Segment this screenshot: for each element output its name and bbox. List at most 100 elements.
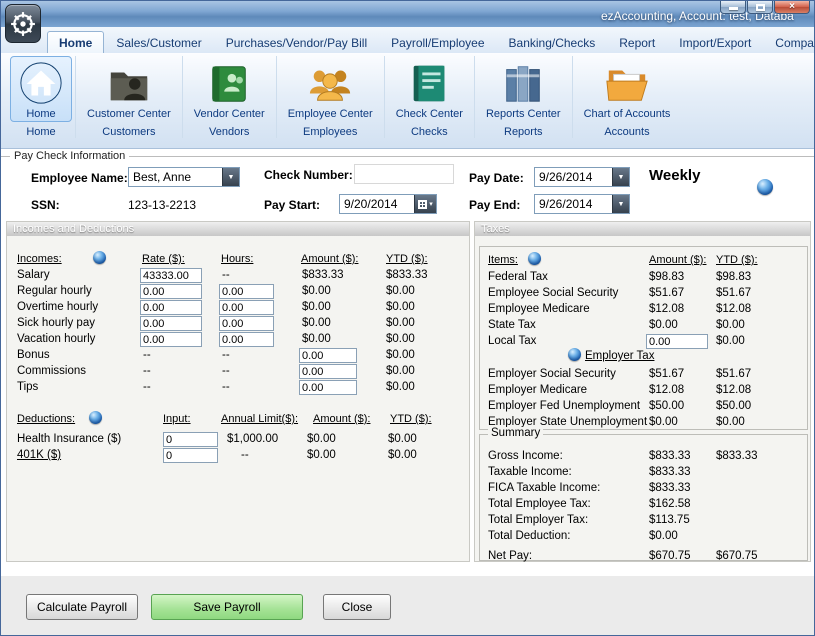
income-overtime-hourly-rate-input[interactable]: [140, 300, 202, 315]
items-header: Items:: [488, 254, 518, 266]
tax-employer-state-unemployment-ytd: $0.00: [716, 416, 745, 428]
tax-local-tax-amount-input[interactable]: [646, 334, 708, 349]
toolbar-item-label: Reports Center: [486, 108, 561, 120]
toolbar-item-customer-center[interactable]: Customer CenterCustomers: [75, 56, 182, 138]
summary-total-employee-tax-label: Total Employee Tax:: [488, 498, 591, 510]
income-commissions-amount-input[interactable]: [299, 364, 357, 379]
income-regular-hourly-hours-input[interactable]: [219, 284, 274, 299]
summary-total-employer-tax-amount: $113.75: [649, 514, 690, 526]
vendor-center-icon: [206, 60, 252, 106]
ssn-value: 123-13-2213: [128, 198, 196, 212]
pay-date-label: Pay Date:: [469, 171, 524, 185]
tax-employee-medicare-ytd: $12.08: [716, 303, 751, 315]
income-sick-hourly-pay-rate-input[interactable]: [140, 316, 202, 331]
employee-name-select[interactable]: Best, Anne ▼: [128, 167, 240, 187]
title-bar: ezAccounting, Account: test, Databa: [1, 1, 815, 27]
ytd-header: YTD ($):: [716, 254, 758, 266]
tab-import-export[interactable]: Import/Export: [667, 31, 763, 53]
toolbar-item-chart-of-accounts[interactable]: Chart of AccountsAccounts: [572, 56, 682, 138]
income-regular-hourly-rate-input[interactable]: [140, 284, 202, 299]
chevron-down-icon[interactable]: ▼: [612, 168, 629, 186]
deduction-401k-amount: $0.00: [307, 449, 336, 461]
income-overtime-hourly-amount: $0.00: [302, 301, 331, 313]
toolbar-button: Chart of Accounts: [576, 56, 679, 122]
summary-fica-taxable-income-label: FICA Taxable Income:: [488, 482, 600, 494]
income-sick-hourly-pay-hours-input[interactable]: [219, 316, 274, 331]
toolbar-item-sublabel: Vendors: [209, 126, 249, 138]
help-globe-icon[interactable]: [757, 179, 773, 195]
amount-header: Amount ($):: [301, 253, 358, 265]
summary-gross-income-amount: $833.33: [649, 450, 691, 462]
income-vacation-hourly-hours-input[interactable]: [219, 332, 274, 347]
tab-company[interactable]: Company: [763, 31, 815, 53]
pay-date-select[interactable]: 9/26/2014 ▼: [534, 167, 630, 187]
income-overtime-hourly-hours-input[interactable]: [219, 300, 274, 315]
toolbar-item-employee-center[interactable]: Employee CenterEmployees: [276, 56, 384, 138]
income-tips-amount-input[interactable]: [299, 380, 357, 395]
save-payroll-button[interactable]: Save Payroll: [151, 594, 303, 620]
check-number-label: Check Number:: [264, 168, 353, 182]
tab-sales-customer[interactable]: Sales/Customer: [104, 31, 213, 53]
tab-banking-checks[interactable]: Banking/Checks: [497, 31, 608, 53]
toolbar-item-check-center[interactable]: Check CenterChecks: [384, 56, 474, 138]
employee-name-value: Best, Anne: [129, 170, 222, 184]
tax-employer-medicare-label: Employer Medicare: [488, 384, 587, 396]
close-icon: ×: [789, 2, 795, 12]
amount-header: Amount ($):: [649, 254, 706, 266]
pay-end-select[interactable]: 9/26/2014 ▼: [534, 194, 630, 214]
toolbar-button: Employee Center: [280, 56, 381, 122]
income-salary-rate-input[interactable]: [140, 268, 202, 283]
deduction-health-insurance-input[interactable]: [163, 432, 218, 447]
tab-payroll-employee[interactable]: Payroll/Employee: [379, 31, 496, 53]
income-tips-label: Tips: [17, 381, 38, 393]
tax-employer-state-unemployment-amount: $0.00: [649, 416, 678, 428]
tab-report[interactable]: Report: [607, 31, 667, 53]
help-globe-icon[interactable]: [89, 411, 102, 424]
incomes-header: Incomes:: [17, 253, 62, 265]
hours-header: Hours:: [221, 253, 253, 265]
summary-gross-income-label: Gross Income:: [488, 450, 563, 462]
check-number-input[interactable]: [354, 164, 454, 184]
close-button[interactable]: ×: [774, 1, 810, 14]
income-vacation-hourly-rate-input[interactable]: [140, 332, 202, 347]
reports-center-icon: [500, 60, 546, 106]
employee-center-icon: [307, 60, 353, 106]
ssn-label: SSN:: [31, 198, 60, 212]
close-dialog-button[interactable]: Close: [323, 594, 391, 620]
help-globe-icon[interactable]: [568, 348, 581, 361]
maximize-button[interactable]: [747, 1, 773, 14]
customer-center-icon: [106, 60, 152, 106]
chevron-down-icon[interactable]: ▼: [222, 168, 239, 186]
calculate-payroll-button[interactable]: Calculate Payroll: [26, 594, 138, 620]
summary-fica-taxable-income-amount: $833.33: [649, 482, 691, 494]
toolbar-item-home[interactable]: HomeHome: [7, 56, 75, 138]
tax-employee-medicare-label: Employee Medicare: [488, 303, 590, 315]
toolbar-item-vendor-center[interactable]: Vendor CenterVendors: [182, 56, 276, 138]
tab-purchases-vendor-pay-bill[interactable]: Purchases/Vendor/Pay Bill: [214, 31, 379, 53]
check-center-icon: [406, 60, 452, 106]
help-globe-icon[interactable]: [93, 251, 106, 264]
employer-tax-header: Employer Tax: [585, 350, 654, 362]
chevron-down-icon[interactable]: ▼: [612, 195, 629, 213]
summary-taxable-income-label: Taxable Income:: [488, 466, 572, 478]
tax-employer-fed-unemployment-amount: $50.00: [649, 400, 684, 412]
income-regular-hourly-amount: $0.00: [302, 285, 331, 297]
deduction-401k-input[interactable]: [163, 448, 218, 463]
calendar-icon[interactable]: ▾: [414, 195, 436, 213]
toolbar-item-reports-center[interactable]: Reports CenterReports: [474, 56, 572, 138]
help-globe-icon[interactable]: [528, 252, 541, 265]
tab-home[interactable]: Home: [47, 31, 104, 53]
pay-date-value: 9/26/2014: [535, 170, 612, 184]
app-menu-button[interactable]: [5, 4, 41, 43]
summary-net-pay-ytd: $670.75: [716, 550, 758, 562]
toolbar-button: Home: [10, 56, 72, 122]
summary-total-employer-tax-label: Total Employer Tax:: [488, 514, 588, 526]
income-bonus-amount-input[interactable]: [299, 348, 357, 363]
minimize-button[interactable]: [720, 1, 746, 14]
tax-employer-medicare-amount: $12.08: [649, 384, 684, 396]
summary-total-deduction-label: Total Deduction:: [488, 530, 570, 542]
income-commissions-hours: --: [222, 365, 230, 377]
taxes-panel-header: Taxes: [475, 222, 810, 236]
income-tips-rate: --: [143, 381, 151, 393]
pay-start-datepicker[interactable]: 9/20/2014 ▾: [339, 194, 437, 214]
